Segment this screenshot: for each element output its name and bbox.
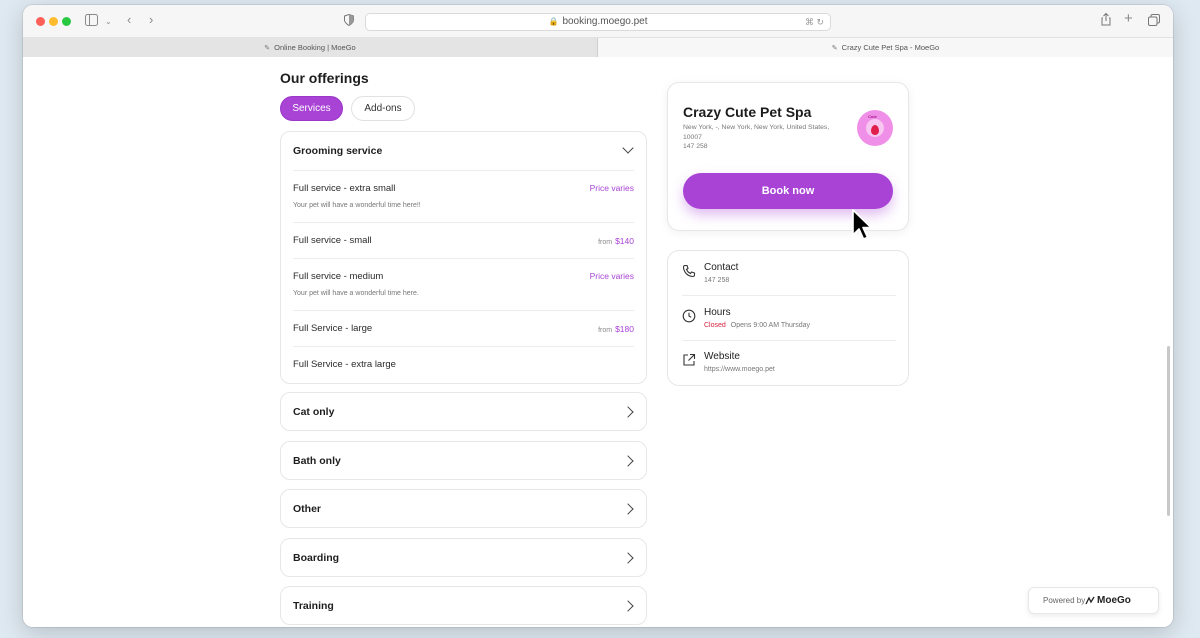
moego-brand: MoeGo [1097,595,1131,606]
website-title: Website [704,351,740,362]
sidebar-icon[interactable] [85,14,98,29]
service-name: Full service - extra small [293,183,396,194]
moego-favicon-icon: ✎ [264,45,271,52]
minimize-window-button[interactable] [49,17,58,26]
price-from-label: from [598,239,613,246]
contact-value: 147 258 [704,277,730,284]
divider [682,295,896,296]
business-address: New York, -, New York, New York, United … [683,123,853,143]
logo-text: Cute [868,114,877,119]
service-description: Your pet will have a wonderful time here… [293,290,419,297]
reload-icon[interactable]: ⌘ ↻ [805,14,824,30]
share-icon[interactable] [1101,12,1111,29]
category-title: Cat only [293,406,335,418]
category-training[interactable]: Training [280,586,647,625]
category-other[interactable]: Other [280,489,647,528]
website-url[interactable]: https://www.moego.pet [704,366,775,373]
price-from-label: from [598,327,613,334]
grooming-service-card: Grooming service Full service - extra sm… [280,131,647,384]
scrollbar[interactable] [1167,346,1170,516]
new-tab-icon[interactable]: + [1124,11,1133,26]
divider [293,310,634,311]
chevron-right-icon [622,406,634,418]
service-price: $180 [615,324,634,334]
tab-crazy-cute-pet-spa[interactable]: ✎ Crazy Cute Pet Spa - MoeGo [598,38,1173,57]
tab-label: Crazy Cute Pet Spa - MoeGo [841,43,940,52]
chevron-down-icon[interactable]: ⌄ [105,15,112,29]
book-now-button[interactable]: Book now [683,173,893,209]
divider [682,340,896,341]
tab-overview-icon[interactable] [1148,14,1160,29]
business-name: Crazy Cute Pet Spa [683,104,812,120]
moego-logo-icon [1085,596,1095,605]
hours-detail: Opens 9:00 AM Thursday [730,322,811,329]
zoom-window-button[interactable] [62,17,71,26]
chevron-right-icon [622,503,634,515]
chevron-right-icon [622,455,634,467]
service-name: Full Service - extra large [293,359,396,370]
tab-strip: ✎ Online Booking | MoeGo ✎ Crazy Cute Pet … [23,38,1173,57]
back-arrow-icon[interactable]: ‹ [127,13,131,27]
address-line-2: 10007 [683,134,702,141]
page-content: Our offerings Services Add-ons Grooming … [23,58,1173,627]
category-title: Training [293,600,334,612]
forward-arrow-icon[interactable]: › [149,13,153,27]
shield-icon[interactable] [344,13,354,29]
lock-icon: 🔒 [548,17,559,26]
divider [293,170,634,171]
external-link-icon [683,353,696,366]
service-price: $140 [615,236,634,246]
logo-drop-icon [871,125,879,135]
powered-by-badge[interactable]: Powered by MoeGo [1028,587,1159,614]
powered-by-label: Powered by [1043,596,1086,605]
mouse-pointer-icon [852,209,872,240]
category-bath-only[interactable]: Bath only [280,441,647,480]
service-description: Your pet will have a wonderful time here… [293,202,421,209]
divider [293,222,634,223]
category-cat-only[interactable]: Cat only [280,392,647,431]
address-line-1: New York, -, New York, New York, United … [683,124,830,131]
category-title: Bath only [293,455,341,467]
tab-online-booking[interactable]: ✎ Online Booking | MoeGo [23,38,598,57]
category-title: Boarding [293,552,340,564]
category-title: Other [293,503,322,515]
url-text: booking.moego.pet [562,16,648,27]
category-boarding[interactable]: Boarding [280,538,647,577]
phone-icon [682,264,696,278]
address-bar[interactable]: 🔒 booking.moego.pet ⌘ ↻ [365,13,831,31]
service-name: Full service - small [293,235,372,246]
category-title[interactable]: Grooming service [293,145,382,157]
tab-services[interactable]: Services [280,96,343,121]
business-phone: 147 258 [683,143,708,150]
chevron-down-icon[interactable] [622,142,634,154]
clock-icon [682,309,696,323]
browser-toolbar: ⌄ ‹ › 🔒 booking.moego.pet ⌘ ↻ + [23,5,1173,38]
service-name: Full service - medium [293,271,384,282]
business-info-card: Contact 147 258 Hours Closed Opens 9:00 A… [667,250,909,386]
divider [293,346,634,347]
business-logo: Cute [857,110,893,146]
chevron-right-icon [622,600,634,612]
service-name: Full Service - large [293,323,373,334]
tab-label: Online Booking | MoeGo [274,43,356,52]
service-price: Price varies [589,183,634,193]
chevron-right-icon [622,552,634,564]
tab-add-ons[interactable]: Add-ons [351,96,415,121]
divider [293,258,634,259]
contact-title: Contact [704,262,739,273]
moego-favicon-icon: ✎ [831,45,838,52]
browser-window: ⌄ ‹ › 🔒 booking.moego.pet ⌘ ↻ + ✎ Online B… [23,5,1173,627]
close-window-button[interactable] [36,17,45,26]
hours-status: Closed [704,322,726,329]
hours-title: Hours [704,307,731,318]
page-title: Our offerings [280,70,369,86]
service-price: Price varies [589,271,634,281]
